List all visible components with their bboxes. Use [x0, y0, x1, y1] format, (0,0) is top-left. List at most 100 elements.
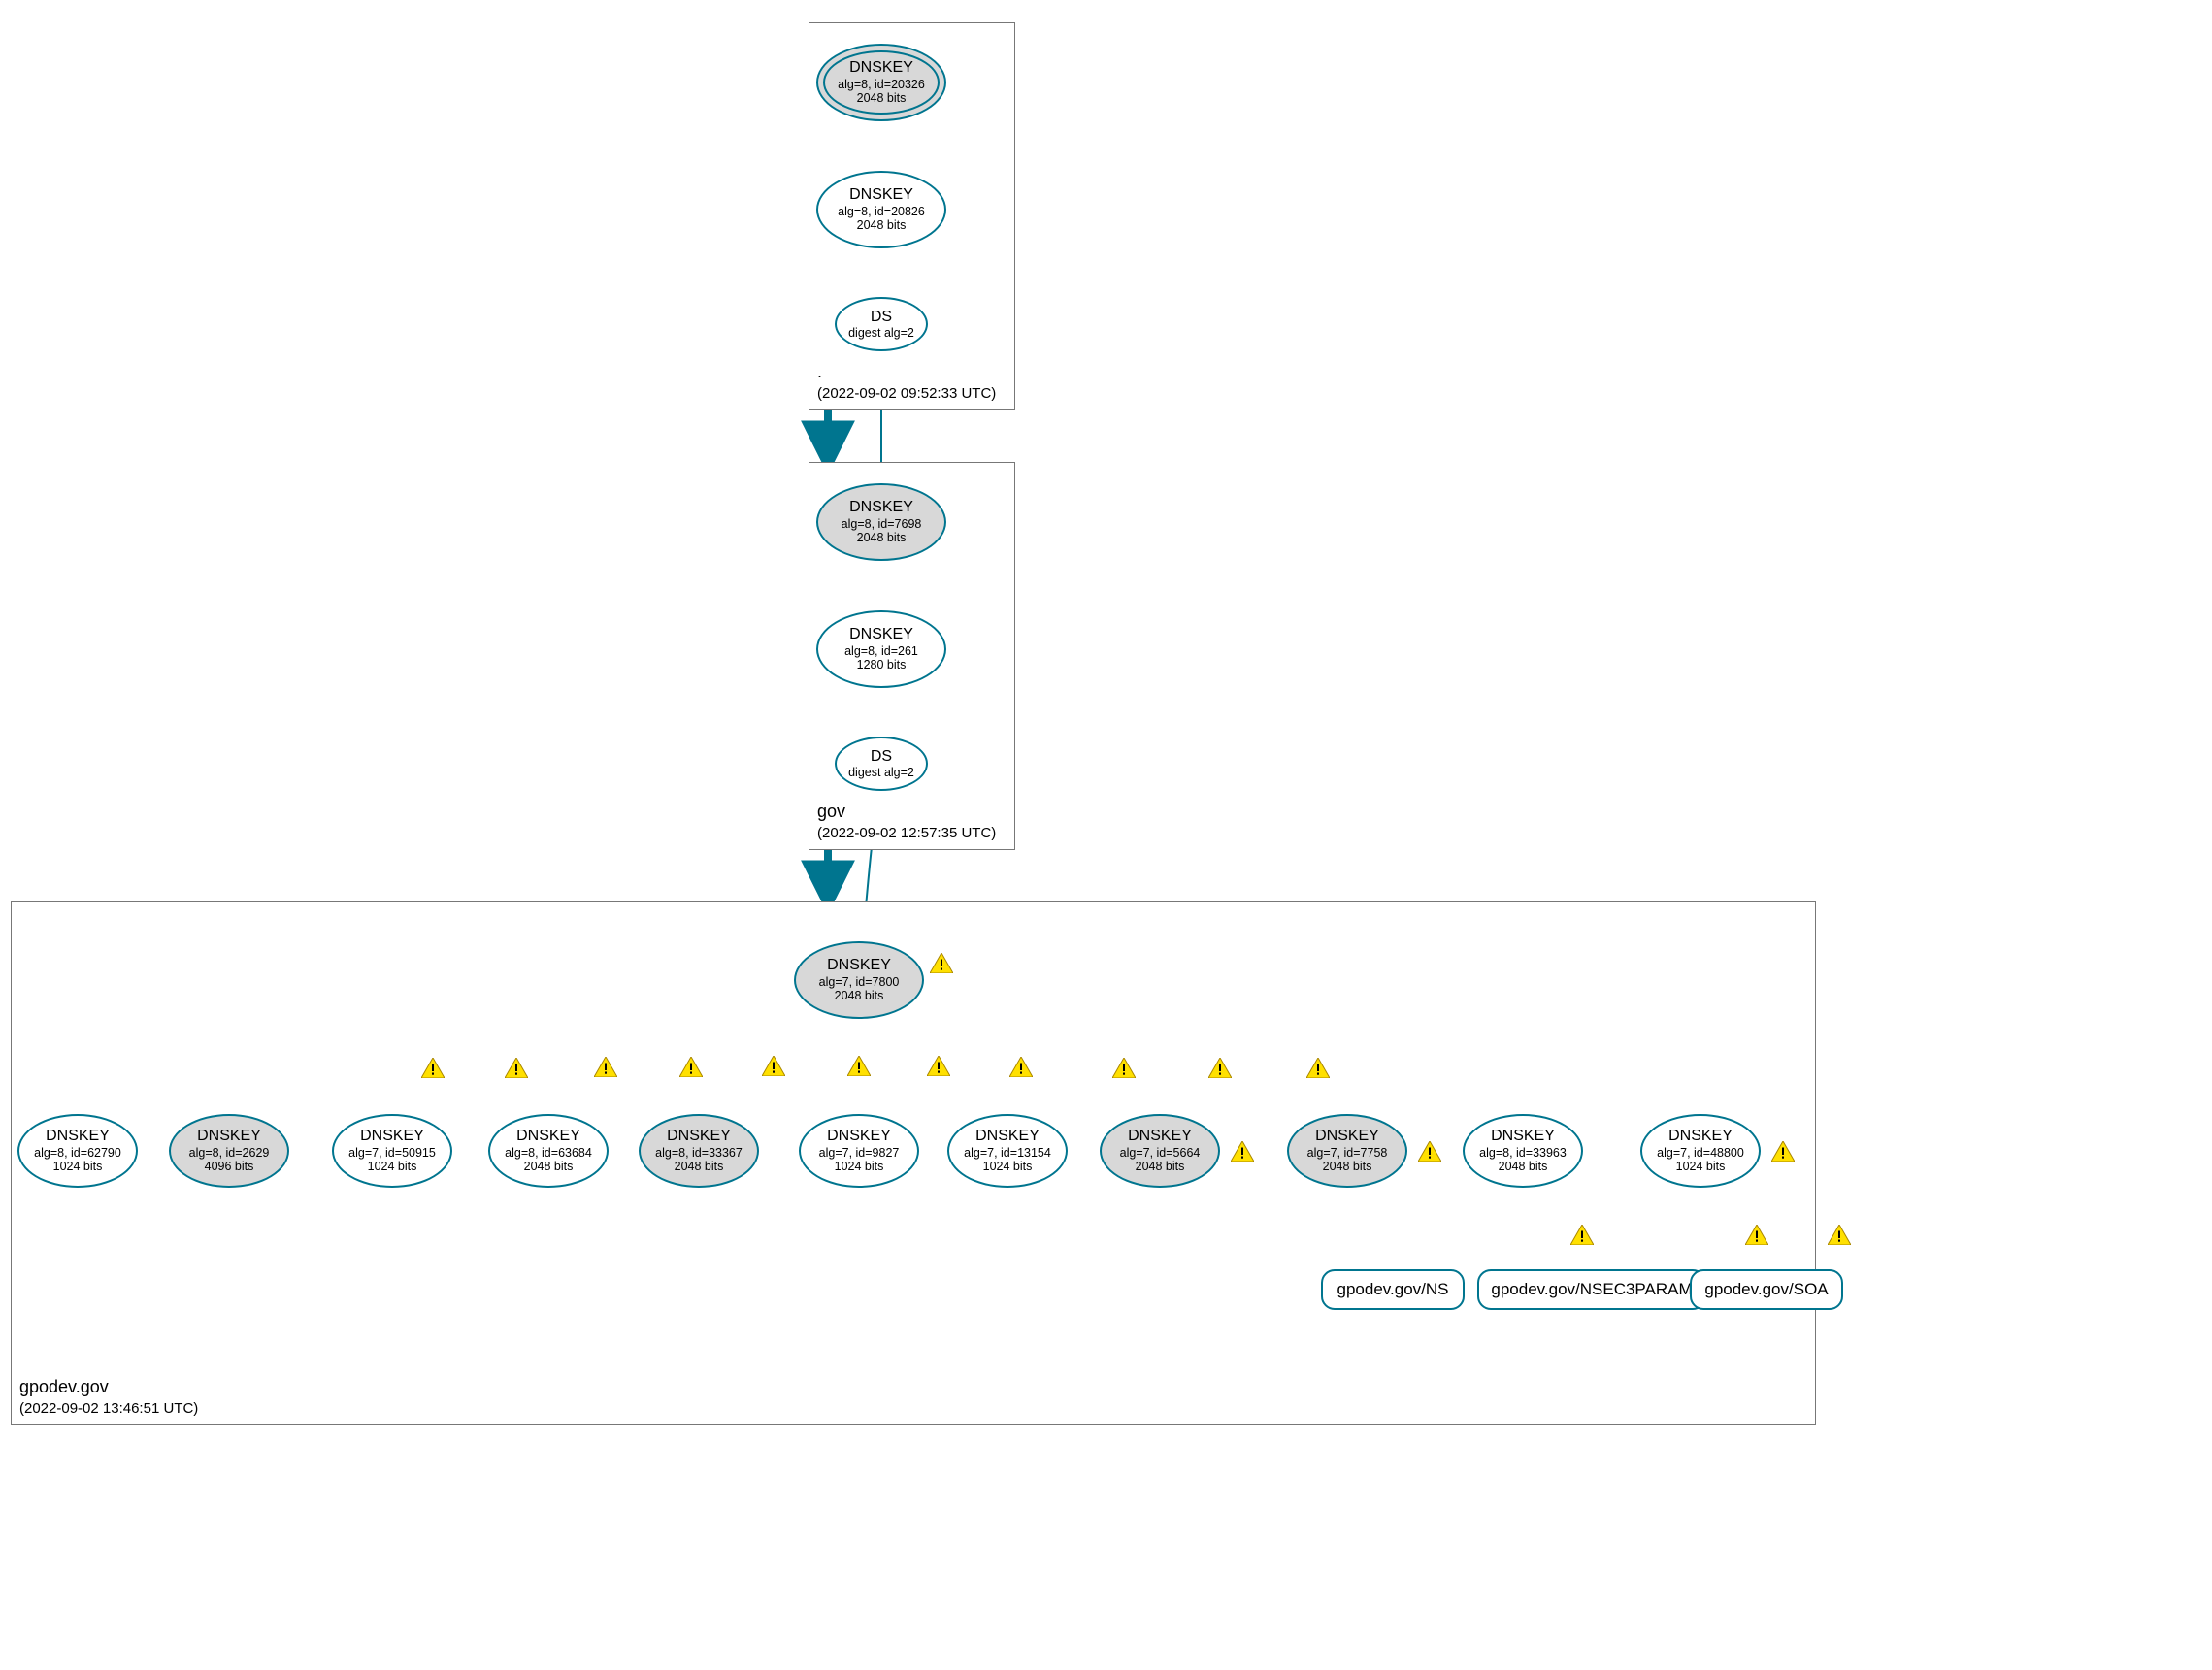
- warning-icon: [1208, 1058, 1232, 1078]
- rr-label: gpodev.gov/NSEC3PARAM: [1491, 1280, 1692, 1299]
- node-type: DNSKEY: [849, 499, 913, 516]
- zone-name: .: [817, 362, 822, 381]
- dnskey-node[interactable]: DSdigest alg=2: [835, 297, 928, 351]
- warning-icon: [1570, 1225, 1594, 1245]
- node-bits: 2048 bits: [857, 91, 907, 105]
- warning-icon: [505, 1058, 528, 1078]
- warning-icon: [1009, 1057, 1033, 1077]
- dnskey-node[interactable]: DNSKEYalg=7, id=488001024 bits: [1640, 1114, 1761, 1188]
- node-bits: 2048 bits: [1499, 1160, 1548, 1173]
- warning-icon: [421, 1058, 445, 1078]
- node-alg: alg=8, id=62790: [34, 1146, 121, 1160]
- node-bits: 1280 bits: [857, 658, 907, 671]
- warning-icon: [762, 1056, 785, 1076]
- node-alg: digest alg=2: [848, 326, 914, 340]
- node-bits: 1024 bits: [835, 1160, 884, 1173]
- zone-label: . (2022-09-02 09:52:33 UTC): [817, 361, 996, 404]
- node-type: DNSKEY: [1668, 1128, 1733, 1145]
- rr-node[interactable]: gpodev.gov/SOA: [1690, 1269, 1843, 1310]
- node-alg: digest alg=2: [848, 766, 914, 779]
- warning-icon: [594, 1057, 617, 1077]
- node-type: DNSKEY: [360, 1128, 424, 1145]
- node-bits: 1024 bits: [983, 1160, 1033, 1173]
- node-alg: alg=7, id=7758: [1307, 1146, 1388, 1160]
- dnskey-node[interactable]: DNSKEYalg=7, id=77582048 bits: [1287, 1114, 1407, 1188]
- node-bits: 2048 bits: [1323, 1160, 1372, 1173]
- zone-timestamp: (2022-09-02 13:46:51 UTC): [19, 1400, 198, 1417]
- zone-label: gpodev.gov (2022-09-02 13:46:51 UTC): [19, 1376, 198, 1419]
- warning-icon: [1231, 1141, 1254, 1162]
- node-alg: alg=7, id=48800: [1657, 1146, 1744, 1160]
- dnskey-node[interactable]: DNSKEYalg=8, id=2611280 bits: [816, 610, 946, 688]
- warning-icon: [1418, 1141, 1441, 1162]
- node-alg: alg=7, id=13154: [964, 1146, 1051, 1160]
- node-type: DNSKEY: [849, 186, 913, 204]
- dnskey-node[interactable]: DSdigest alg=2: [835, 737, 928, 791]
- warning-icon: [927, 1056, 950, 1076]
- node-bits: 2048 bits: [524, 1160, 574, 1173]
- node-bits: 1024 bits: [368, 1160, 417, 1173]
- node-alg: alg=8, id=33367: [655, 1146, 743, 1160]
- node-type: DNSKEY: [667, 1128, 731, 1145]
- warning-icon: [930, 953, 953, 973]
- dnskey-node[interactable]: DNSKEYalg=8, id=627901024 bits: [17, 1114, 138, 1188]
- warning-icon: [1828, 1225, 1851, 1245]
- node-alg: alg=8, id=2629: [189, 1146, 270, 1160]
- node-bits: 4096 bits: [205, 1160, 254, 1173]
- node-type: DNSKEY: [1128, 1128, 1192, 1145]
- zone-name: gpodev.gov: [19, 1377, 109, 1396]
- node-alg: alg=8, id=261: [844, 644, 918, 658]
- warning-icon: [847, 1056, 871, 1076]
- rr-node[interactable]: gpodev.gov/NS: [1321, 1269, 1465, 1310]
- dnskey-node[interactable]: DNSKEYalg=8, id=26294096 bits: [169, 1114, 289, 1188]
- dnskey-node[interactable]: DNSKEYalg=7, id=56642048 bits: [1100, 1114, 1220, 1188]
- node-bits: 2048 bits: [1136, 1160, 1185, 1173]
- warning-icon: [1745, 1225, 1768, 1245]
- node-bits: 2048 bits: [675, 1160, 724, 1173]
- dnskey-node[interactable]: DNSKEYalg=8, id=203262048 bits: [816, 44, 946, 121]
- node-alg: alg=8, id=20326: [838, 78, 925, 91]
- node-type: DNSKEY: [827, 957, 891, 974]
- warning-icon: [1771, 1141, 1795, 1162]
- node-alg: alg=7, id=9827: [819, 1146, 900, 1160]
- node-type: DNSKEY: [516, 1128, 580, 1145]
- node-type: DNSKEY: [975, 1128, 1040, 1145]
- node-bits: 2048 bits: [857, 531, 907, 544]
- dnskey-node[interactable]: DNSKEYalg=8, id=636842048 bits: [488, 1114, 609, 1188]
- dnskey-node[interactable]: DNSKEYalg=8, id=339632048 bits: [1463, 1114, 1583, 1188]
- node-bits: 1024 bits: [1676, 1160, 1726, 1173]
- dnskey-node[interactable]: DNSKEYalg=7, id=131541024 bits: [947, 1114, 1068, 1188]
- node-type: DNSKEY: [46, 1128, 110, 1145]
- rr-node[interactable]: gpodev.gov/NSEC3PARAM: [1477, 1269, 1706, 1310]
- node-bits: 1024 bits: [53, 1160, 103, 1173]
- node-type: DNSKEY: [1315, 1128, 1379, 1145]
- warning-icon: [1306, 1058, 1330, 1078]
- dnskey-node[interactable]: DNSKEYalg=7, id=78002048 bits: [794, 941, 924, 1019]
- node-alg: alg=8, id=7698: [842, 517, 922, 531]
- node-bits: 2048 bits: [835, 989, 884, 1002]
- dnskey-node[interactable]: DNSKEYalg=7, id=509151024 bits: [332, 1114, 452, 1188]
- node-type: DS: [871, 309, 892, 326]
- node-type: DNSKEY: [849, 59, 913, 77]
- zone-timestamp: (2022-09-02 09:52:33 UTC): [817, 385, 996, 402]
- node-alg: alg=8, id=20826: [838, 205, 925, 218]
- node-bits: 2048 bits: [857, 218, 907, 232]
- node-type: DNSKEY: [197, 1128, 261, 1145]
- warning-icon: [1112, 1058, 1136, 1078]
- dnskey-node[interactable]: DNSKEYalg=7, id=98271024 bits: [799, 1114, 919, 1188]
- zone-timestamp: (2022-09-02 12:57:35 UTC): [817, 825, 996, 841]
- dnskey-node[interactable]: DNSKEYalg=8, id=333672048 bits: [639, 1114, 759, 1188]
- node-type: DS: [871, 748, 892, 766]
- zone-label: gov (2022-09-02 12:57:35 UTC): [817, 801, 996, 843]
- dnskey-node[interactable]: DNSKEYalg=8, id=208262048 bits: [816, 171, 946, 248]
- rr-label: gpodev.gov/SOA: [1704, 1280, 1828, 1299]
- node-type: DNSKEY: [849, 626, 913, 643]
- node-alg: alg=7, id=5664: [1120, 1146, 1201, 1160]
- node-alg: alg=7, id=7800: [819, 975, 900, 989]
- dnskey-node[interactable]: DNSKEYalg=8, id=76982048 bits: [816, 483, 946, 561]
- node-alg: alg=7, id=50915: [348, 1146, 436, 1160]
- zone-name: gov: [817, 802, 845, 821]
- node-type: DNSKEY: [1491, 1128, 1555, 1145]
- warning-icon: [679, 1057, 703, 1077]
- node-type: DNSKEY: [827, 1128, 891, 1145]
